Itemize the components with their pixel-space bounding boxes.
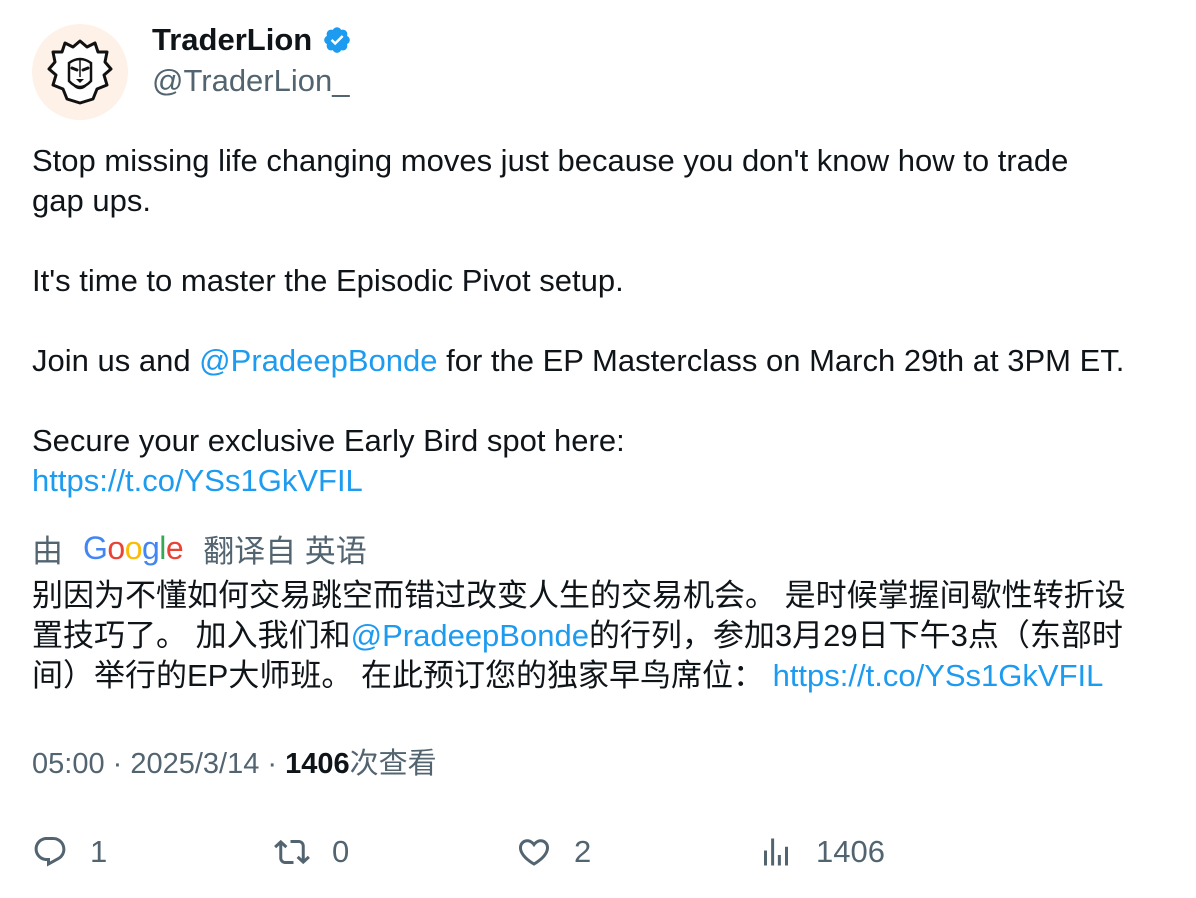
author-display-name-row[interactable]: TraderLion <box>152 20 352 60</box>
heart-icon <box>518 839 550 866</box>
tweet-line: Stop missing life changing moves just be… <box>32 143 1069 178</box>
google-logo-letter: e <box>165 529 184 566</box>
author-display-name[interactable]: TraderLion <box>152 20 312 60</box>
analytics-bar-icon <box>764 838 788 866</box>
tweet-line: Join us and @PradeepBonde for the EP Mas… <box>32 341 1172 381</box>
tweet-date[interactable]: 2025/3/14 <box>130 748 259 780</box>
google-logo-letter: o <box>124 529 143 566</box>
views-button[interactable]: 1406 <box>758 828 885 876</box>
google-logo-letter: o <box>107 529 125 566</box>
translated-segment: 置技巧了。 加入我们和 <box>32 618 351 653</box>
like-count: 2 <box>574 834 592 869</box>
tweet-text: Stop missing life changing moves just be… <box>32 141 1172 501</box>
tweet-line: Secure your exclusive Early Bird spot he… <box>32 423 625 458</box>
retweet-count: 0 <box>332 834 350 869</box>
meta-separator: · <box>259 748 286 780</box>
analytics-count: 1406 <box>816 834 885 869</box>
tweet-text-segment: for the EP Masterclass on March 29th at … <box>437 343 1125 378</box>
tweet-line: It's time to master the Episodic Pivot s… <box>32 263 624 298</box>
translated-text: 别因为不懂如何交易跳空而错过改变人生的交易机会。 是时候掌握间歇性转折设 置技巧… <box>32 576 1172 696</box>
reply-count: 1 <box>90 834 108 869</box>
views-count: 1406 <box>285 748 350 780</box>
avatar[interactable] <box>32 24 128 120</box>
reply-icon <box>34 837 66 867</box>
translated-line: 别因为不懂如何交易跳空而错过改变人生的交易机会。 是时候掌握间歇性转折设 <box>32 578 1126 613</box>
author-handle[interactable]: @TraderLion_ <box>152 61 349 101</box>
retweet-icon <box>274 839 310 865</box>
views-label: 次查看 <box>349 748 437 780</box>
google-logo-letter: g <box>141 529 160 566</box>
mention-link[interactable]: @PradeepBonde <box>199 343 437 378</box>
tweet-time[interactable]: 05:00 <box>32 748 105 780</box>
action-bar: 1 0 2 1406 <box>32 828 1172 876</box>
mention-link[interactable]: @PradeepBonde <box>351 618 589 653</box>
tweet-meta: 05:00 · 2025/3/14 · 1406次查看 <box>32 744 437 784</box>
google-logo-letter: l <box>159 529 166 566</box>
translated-segment: 的行列，参加3月29日下午3点（东部时 <box>588 618 1123 653</box>
translated-segment: 间）举行的EP大师班。 在此预订您的独家早鸟席位： <box>32 658 773 693</box>
google-logo: Google <box>83 529 184 567</box>
google-logo-letter: G <box>83 529 108 566</box>
translated-line: 间）举行的EP大师班。 在此预订您的独家早鸟席位： https://t.co/Y… <box>32 656 1172 696</box>
verified-badge-icon[interactable] <box>322 25 352 55</box>
tweet-text-segment: Join us and <box>32 343 200 378</box>
tweet-line: gap ups. <box>32 183 151 218</box>
meta-separator: · <box>104 748 131 780</box>
retweet-button[interactable]: 0 <box>274 828 349 876</box>
translation-suffix[interactable]: 翻译自 英语 <box>203 526 367 571</box>
reply-button[interactable]: 1 <box>32 828 107 876</box>
tweet-url-link[interactable]: https://t.co/YSs1GkVFIL <box>773 658 1104 693</box>
lion-head-icon <box>47 39 113 105</box>
translated-line: 置技巧了。 加入我们和@PradeepBonde的行列，参加3月29日下午3点（… <box>32 616 1172 656</box>
translation-attribution: 由 Google 翻译自 英语 <box>32 526 367 570</box>
tweet-url-link[interactable]: https://t.co/YSs1GkVFIL <box>32 463 363 498</box>
translation-prefix: 由 <box>32 533 63 569</box>
like-button[interactable]: 2 <box>516 828 591 876</box>
